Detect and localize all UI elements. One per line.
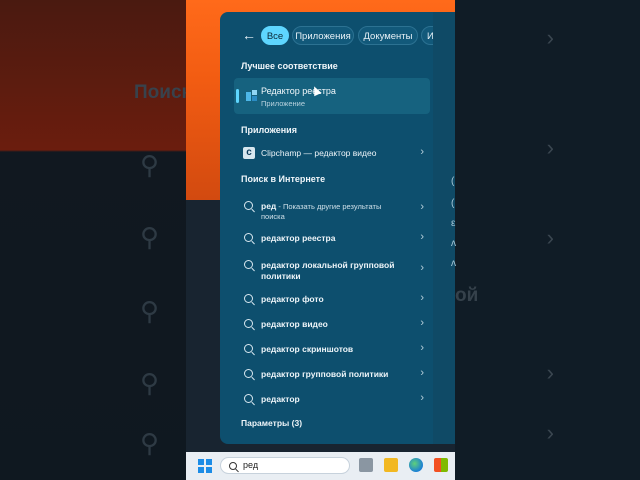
web-result-item[interactable]: редактор фото › [234,289,430,311]
web-search-header: Поиск в Интернете [241,174,326,184]
tab-apps[interactable]: Приложения [292,26,354,45]
clipchamp-icon: c [243,147,255,159]
search-icon [244,344,253,353]
web-result-item[interactable]: редактор скриншотов › [234,339,430,361]
preview-glyph: ε [451,218,456,229]
store-icon[interactable] [434,458,448,472]
task-view-icon[interactable] [359,458,373,472]
chevron-right-icon[interactable]: › [420,201,424,213]
preview-glyph: ʌ [451,258,456,269]
chevron-right-icon[interactable]: › [420,262,424,274]
web-result-label: редактор фото [261,294,324,304]
app-item-label: Clipchamp — редактор видео [261,148,377,158]
preview-glyph: ( [451,198,455,209]
chevron-right-icon[interactable]: › [420,392,424,404]
chevron-right-icon[interactable]: › [420,342,424,354]
search-icon [244,294,253,303]
tab-documents[interactable]: Документы [358,26,418,45]
best-match-title: Редактор реестра [261,86,336,96]
apps-header: Приложения [241,125,297,135]
background-chevron-icon: › [546,25,554,50]
preview-glyph: ( [451,176,455,187]
background-chevron-icon: › [546,420,554,445]
background-search-icon: ⚲ [140,222,160,252]
preview-glyph: ʌ [451,238,456,249]
background-chevron-icon: › [546,135,554,160]
windows-start-icon[interactable] [198,459,212,473]
preview-pane-edge: ( ( ε ʌ ʌ [433,12,456,444]
chevron-right-icon[interactable]: › [420,367,424,379]
web-result-label-line2: политики [261,271,301,281]
web-result-item[interactable]: редактор › [234,389,430,411]
background-search-icon: ⚲ [140,150,160,180]
chevron-right-icon[interactable]: › [420,146,424,158]
taskbar: ред [186,452,455,480]
app-item-clipchamp[interactable]: c Clipchamp — редактор видео › [234,143,430,165]
background-left: Поиск ⚲ ⚲ ⚲ ⚲ ⚲ [0,0,191,480]
search-icon [244,260,253,269]
web-result-label: ред - Показать другие результаты [261,201,381,211]
web-result-item[interactable]: редактор локальной групповой политики › [234,255,430,283]
web-result-hint-line2: поиска [261,212,285,221]
web-result-item[interactable]: редактор видео › [234,314,430,336]
edge-icon[interactable] [409,458,423,472]
web-result-label: редактор видео [261,319,328,329]
background-search-icon: ⚲ [140,296,160,326]
arrow-left-icon[interactable]: ← [242,27,256,43]
web-result-label: редактор реестра [261,233,336,243]
web-result-label: редактор локальной групповой [261,260,395,270]
taskbar-search-box[interactable]: ред [220,457,350,474]
best-match-item[interactable]: Редактор реестра Приложение [234,78,430,114]
chevron-right-icon[interactable]: › [420,317,424,329]
background-search-icon: ⚲ [140,368,160,398]
chevron-right-icon[interactable]: › [420,231,424,243]
web-result-label: редактор групповой политики [261,369,389,379]
web-result-item[interactable]: ред - Показать другие результаты поиска … [234,196,430,224]
tab-all[interactable]: Все [261,26,289,45]
filter-bar: ← Все Приложения Документы Интерн [220,24,455,48]
web-result-term: ред [261,201,277,211]
search-icon [244,394,253,403]
best-match-subtitle: Приложение [261,99,305,108]
web-result-hint: - Показать другие результаты [276,202,382,211]
search-icon [244,233,253,242]
background-search-icon: ⚲ [140,428,160,458]
background-chevron-icon: › [546,360,554,385]
best-match-header: Лучшее соответствие [241,61,338,71]
taskbar-search-query: ред [243,460,259,470]
chevron-right-icon[interactable]: › [420,292,424,304]
web-result-label: редактор [261,394,300,404]
search-icon [244,201,253,210]
search-panel: ← Все Приложения Документы Интерн Лучшее… [220,12,455,444]
web-result-item[interactable]: редактор реестра › [234,228,430,250]
selection-indicator [236,89,239,103]
search-icon [244,369,253,378]
search-icon [244,319,253,328]
file-explorer-icon[interactable] [384,458,398,472]
web-result-item[interactable]: редактор групповой политики › [234,364,430,386]
search-icon [229,462,237,470]
background-chevron-icon: › [546,225,554,250]
background-label: ой [455,285,479,306]
settings-section[interactable]: Параметры (3) [241,418,302,428]
web-result-label: редактор скриншотов [261,344,354,354]
background-label: Поиск [134,82,192,103]
registry-editor-icon [246,90,257,101]
background-right: › › › › › ой [455,0,640,480]
